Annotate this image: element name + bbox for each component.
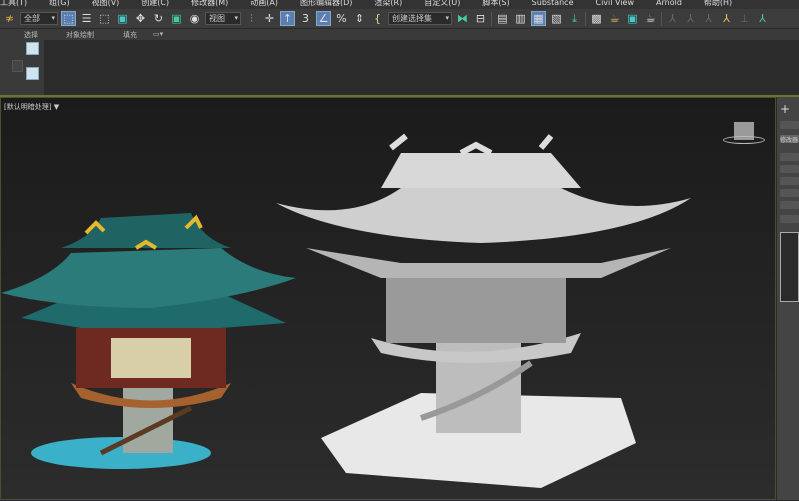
ribbon-options-icon[interactable]: ▭▾ [153, 30, 163, 38]
ribbon-toggle-icon[interactable]: ▦ [531, 11, 546, 26]
reference-image-pavilion [1, 213, 296, 469]
ribbon-tab-selection[interactable]: 选择 [24, 30, 38, 40]
divider [661, 11, 662, 26]
menu-tools[interactable]: 工具(T) [0, 0, 27, 9]
render-icon[interactable]: ☕ [643, 11, 658, 26]
arnold-tool-icon[interactable]: ⅄ [665, 11, 680, 26]
pavilion-3d-model[interactable] [276, 133, 691, 488]
modifier-button[interactable] [780, 165, 799, 173]
reference-coord-dropdown[interactable]: 视图 [205, 12, 241, 25]
ribbon-tool-group [0, 40, 44, 95]
scene-explorer-icon[interactable]: ▤ [495, 11, 510, 26]
keyboard-shortcut-icon[interactable]: ↑ [280, 11, 295, 26]
perspective-viewport[interactable]: [默认明暗处理] ▼ [0, 97, 776, 500]
divider [585, 11, 586, 26]
rect-selection-icon[interactable]: ⬚ [97, 11, 112, 26]
pivot-icon[interactable]: ⫶ [244, 11, 259, 26]
main-toolbar: ≉ 全部 ⬚ ☰ ⬚ ▣ ✥ ↻ ▣ ◉ 视图 ⫶ ✛ ↑ 3 ∠ % ⇕ { … [0, 9, 799, 29]
mirror-icon[interactable]: ⧓ [455, 11, 470, 26]
arnold-light-icon[interactable]: ⅄ [719, 11, 734, 26]
scale-icon[interactable]: ▣ [169, 11, 184, 26]
placement-icon[interactable]: ◉ [187, 11, 202, 26]
modifier-list-dropdown[interactable]: 修改器 [780, 135, 799, 143]
object-name-field[interactable] [780, 121, 799, 129]
ribbon-tool-button[interactable] [12, 60, 23, 72]
ribbon-tab-object-paint[interactable]: 对象绘制 [66, 30, 94, 40]
arnold-tool-icon[interactable]: ⊥ [737, 11, 752, 26]
menu-animation[interactable]: 动画(A) [250, 0, 278, 9]
menu-create[interactable]: 创建(C) [141, 0, 169, 9]
modifier-button[interactable] [780, 215, 799, 223]
curve-editor-icon[interactable]: ▧ [549, 11, 564, 26]
divider [491, 11, 492, 26]
menu-arnold[interactable]: Arnold [656, 0, 682, 9]
edit-named-selection-icon[interactable]: { [370, 11, 385, 26]
arnold-render-icon[interactable]: ⅄ [755, 11, 770, 26]
arnold-tool-icon[interactable]: ⅄ [701, 11, 716, 26]
viewcube-compass-ring[interactable] [723, 136, 765, 144]
select-object-icon[interactable]: ⬚ [61, 11, 76, 26]
menu-group[interactable]: 组(G) [49, 0, 69, 9]
align-icon[interactable]: ⊟ [473, 11, 488, 26]
menu-substance[interactable]: Substance [532, 0, 574, 9]
render-setup-icon[interactable]: ☕ [607, 11, 622, 26]
ribbon-tool-button[interactable] [26, 42, 39, 55]
modifier-button[interactable] [780, 189, 799, 197]
modifier-button[interactable] [780, 201, 799, 209]
select-by-name-icon[interactable]: ☰ [79, 11, 94, 26]
select-manipulate-icon[interactable]: ✛ [262, 11, 277, 26]
spinner-snap-icon[interactable]: ⇕ [352, 11, 367, 26]
ribbon-tab-populate[interactable]: 填充 [123, 30, 137, 40]
material-editor-icon[interactable]: ▩ [589, 11, 604, 26]
arnold-tool-icon[interactable]: ⅄ [683, 11, 698, 26]
rotate-icon[interactable]: ↻ [151, 11, 166, 26]
modifier-button[interactable] [780, 153, 799, 161]
menu-customize[interactable]: 自定义(U) [424, 0, 460, 9]
menu-bar: 工具(T) 组(G) 视图(V) 创建(C) 修改器(M) 动画(A) 图形编辑… [0, 0, 799, 9]
create-tab-icon[interactable]: + [780, 102, 790, 116]
modifier-button[interactable] [780, 177, 799, 185]
percent-snap-icon[interactable]: % [334, 11, 349, 26]
schematic-view-icon[interactable]: ⤓ [567, 11, 582, 26]
menu-modifiers[interactable]: 修改器(M) [191, 0, 228, 9]
ribbon-tabs: 选择 对象绘制 填充 ▭▾ [0, 29, 799, 40]
menu-views[interactable]: 视图(V) [92, 0, 120, 9]
ribbon-tool-button[interactable] [26, 67, 39, 80]
named-selection-dropdown[interactable]: 创建选择集 [388, 12, 452, 25]
ribbon-panel [0, 40, 799, 95]
undo-icon[interactable]: ≉ [2, 11, 17, 26]
command-panel: + 修改器 [777, 97, 799, 500]
selection-filter-dropdown[interactable]: 全部 [20, 12, 58, 25]
menu-civil-view[interactable]: Civil View [596, 0, 635, 9]
modifier-stack[interactable] [780, 232, 799, 302]
rendered-frame-icon[interactable]: ▣ [625, 11, 640, 26]
window-crossing-icon[interactable]: ▣ [115, 11, 130, 26]
layer-explorer-icon[interactable]: ▥ [513, 11, 528, 26]
snaps-toggle-icon[interactable]: 3 [298, 11, 313, 26]
menu-help[interactable]: 帮助(H) [704, 0, 732, 9]
scene-render [1, 133, 691, 488]
move-icon[interactable]: ✥ [133, 11, 148, 26]
menu-graph-editors[interactable]: 图形编辑器(D) [300, 0, 352, 9]
menu-scripting[interactable]: 脚本(S) [482, 0, 509, 9]
menu-rendering[interactable]: 渲染(R) [374, 0, 402, 9]
angle-snap-icon[interactable]: ∠ [316, 11, 331, 26]
